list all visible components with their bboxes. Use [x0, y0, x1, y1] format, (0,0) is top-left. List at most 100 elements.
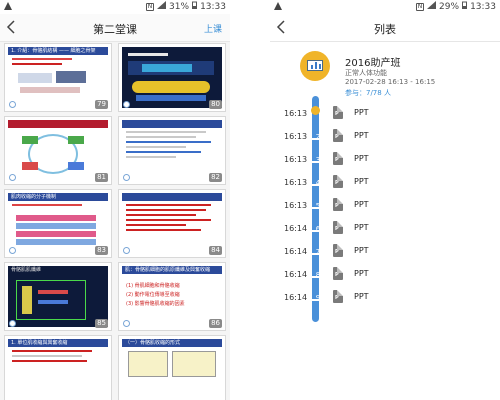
item-index: 7: [315, 248, 321, 256]
item-label: PPT: [354, 131, 369, 140]
item-index: 9: [315, 294, 321, 302]
page-title: 第二堂课: [93, 23, 137, 36]
slide-card[interactable]: 84: [118, 189, 226, 258]
ppt-file-icon: P: [333, 152, 343, 165]
slide-header: 肌：骨骼肌細胞的肌原纖維及興奮收縮: [122, 266, 222, 274]
clock: 13:33: [200, 1, 226, 12]
item-time: 16:14: [284, 293, 308, 302]
list-item[interactable]: 16:14 9 P PPT: [284, 290, 484, 306]
slide-card[interactable]: 81: [4, 116, 112, 185]
ppt-file-icon: P: [333, 129, 343, 142]
item-time: 16:13: [284, 109, 308, 118]
item-index: 5: [315, 202, 321, 210]
list-item[interactable]: 16:14 7 P PPT: [284, 244, 484, 260]
slide-thumbnail: [122, 120, 222, 181]
item-time: 16:13: [284, 201, 308, 210]
list-item[interactable]: 16:13 P PPT: [284, 106, 484, 122]
list-item[interactable]: 16:13 5 P PPT: [284, 198, 484, 214]
slide-number: 84: [209, 246, 222, 255]
item-label: PPT: [354, 108, 369, 117]
item-time: 16:13: [284, 178, 308, 187]
viewed-check-icon: [9, 174, 16, 181]
item-label: PPT: [354, 200, 369, 209]
course-icon: [300, 51, 330, 81]
ppt-file-icon: P: [333, 244, 343, 257]
item-index: 6: [315, 225, 321, 233]
nfc-icon: N: [146, 2, 155, 11]
battery-icon: [462, 1, 468, 12]
viewed-check-icon: [9, 320, 16, 327]
slide-card[interactable]: 骨骼肌肌纖維 85: [4, 262, 112, 331]
slide-header: 1. 介紹：骨骼肌結構 —— 細胞之骨架: [8, 47, 108, 55]
top-nav: 列表: [270, 14, 500, 42]
slide-line: (3) 影響骨骼肌收縮的因素: [126, 301, 185, 307]
slide-number: 83: [95, 246, 108, 255]
item-index: 3: [315, 156, 321, 164]
viewed-check-icon: [123, 320, 130, 327]
page-title: 列表: [374, 23, 396, 36]
item-label: PPT: [354, 246, 369, 255]
item-index: 8: [315, 271, 321, 279]
slide-thumbnail: （一）骨骼肌收縮的形式: [122, 339, 222, 400]
slide-thumbnail: 1. 單位肌收縮與興奮收縮: [8, 339, 108, 400]
slide-number: 81: [95, 173, 108, 182]
course-time: 2017-02-28 16:13 - 16:15: [345, 78, 436, 86]
status-bar: N 31% 13:33: [0, 0, 230, 14]
item-time: 16:14: [284, 224, 308, 233]
slide-line: (2) 動作電位傳導至收縮: [126, 292, 180, 298]
slide-card[interactable]: 1. 介紹：骨骼肌結構 —— 細胞之骨架 79: [4, 43, 112, 112]
top-nav: 第二堂课 上课: [0, 14, 230, 42]
ppt-file-icon: P: [333, 290, 343, 303]
signal-icon: [427, 1, 437, 12]
slide-thumbnail: [122, 193, 222, 254]
slide-card[interactable]: 肌：骨骼肌細胞的肌原纖維及興奮收縮 (1) 骨肌細胞和骨骼收縮 (2) 動作電位…: [118, 262, 226, 331]
slide-card[interactable]: 80: [118, 43, 226, 112]
list-item[interactable]: 16:14 8 P PPT: [284, 267, 484, 283]
slide-number: 79: [95, 100, 108, 109]
item-index: 2: [315, 133, 321, 141]
slide-card[interactable]: 1. 單位肌收縮與興奮收縮: [4, 335, 112, 400]
slide-header: 1. 單位肌收縮與興奮收縮: [8, 339, 108, 347]
slide-thumbnail: 1. 介紹：骨骼肌結構 —— 細胞之骨架: [8, 47, 108, 108]
slide-header: 肌肉收縮的分子機制: [8, 193, 108, 201]
list-item[interactable]: 16:13 4 P PPT: [284, 175, 484, 191]
viewed-check-icon: [123, 247, 130, 254]
notification-icon: [4, 2, 12, 10]
item-time: 16:13: [284, 155, 308, 164]
battery-level: 31%: [169, 1, 190, 12]
slide-card[interactable]: 82: [118, 116, 226, 185]
slide-header: [122, 193, 222, 201]
battery-icon: [192, 1, 198, 12]
slide-line: (1) 骨肌細胞和骨骼收縮: [126, 283, 180, 289]
list-item[interactable]: 16:14 6 P PPT: [284, 221, 484, 237]
item-time: 16:14: [284, 270, 308, 279]
list-item[interactable]: 16:13 2 P PPT: [284, 129, 484, 145]
viewed-check-icon: [9, 247, 16, 254]
item-label: PPT: [354, 292, 369, 301]
slide-header: [122, 120, 222, 128]
item-label: PPT: [354, 269, 369, 278]
slide-card[interactable]: 肌肉收縮的分子機制 83: [4, 189, 112, 258]
slide-thumbnail: [122, 47, 222, 108]
item-label: PPT: [354, 154, 369, 163]
slide-header: 骨骼肌肌纖維: [8, 266, 108, 274]
slide-grid: 1. 介紹：骨骼肌結構 —— 細胞之骨架 79 80 81 82 肌肉收縮的分子…: [4, 43, 226, 400]
viewed-check-icon: [123, 101, 130, 108]
item-label: PPT: [354, 223, 369, 232]
ppt-file-icon: P: [333, 221, 343, 234]
item-index: 4: [315, 179, 321, 187]
signal-icon: [157, 1, 167, 12]
start-class-button[interactable]: 上课: [204, 22, 222, 35]
attendance-link[interactable]: 参与：7/78 人: [345, 88, 391, 98]
slides-screen: N 31% 13:33 第二堂课 上课 1. 介紹：骨骼肌結構 —— 細胞之骨架: [0, 0, 230, 400]
slide-number: 85: [95, 319, 108, 328]
item-label: PPT: [354, 177, 369, 186]
slide-thumbnail: 骨骼肌肌纖維: [8, 266, 108, 327]
list-item[interactable]: 16:13 3 P PPT: [284, 152, 484, 168]
clock: 13:33: [470, 1, 496, 12]
slide-card[interactable]: （一）骨骼肌收縮的形式: [118, 335, 226, 400]
ppt-file-icon: P: [333, 175, 343, 188]
slide-header: （一）骨骼肌收縮的形式: [122, 339, 222, 347]
slide-thumbnail: 肌肉收縮的分子機制: [8, 193, 108, 254]
slide-number: 82: [209, 173, 222, 182]
